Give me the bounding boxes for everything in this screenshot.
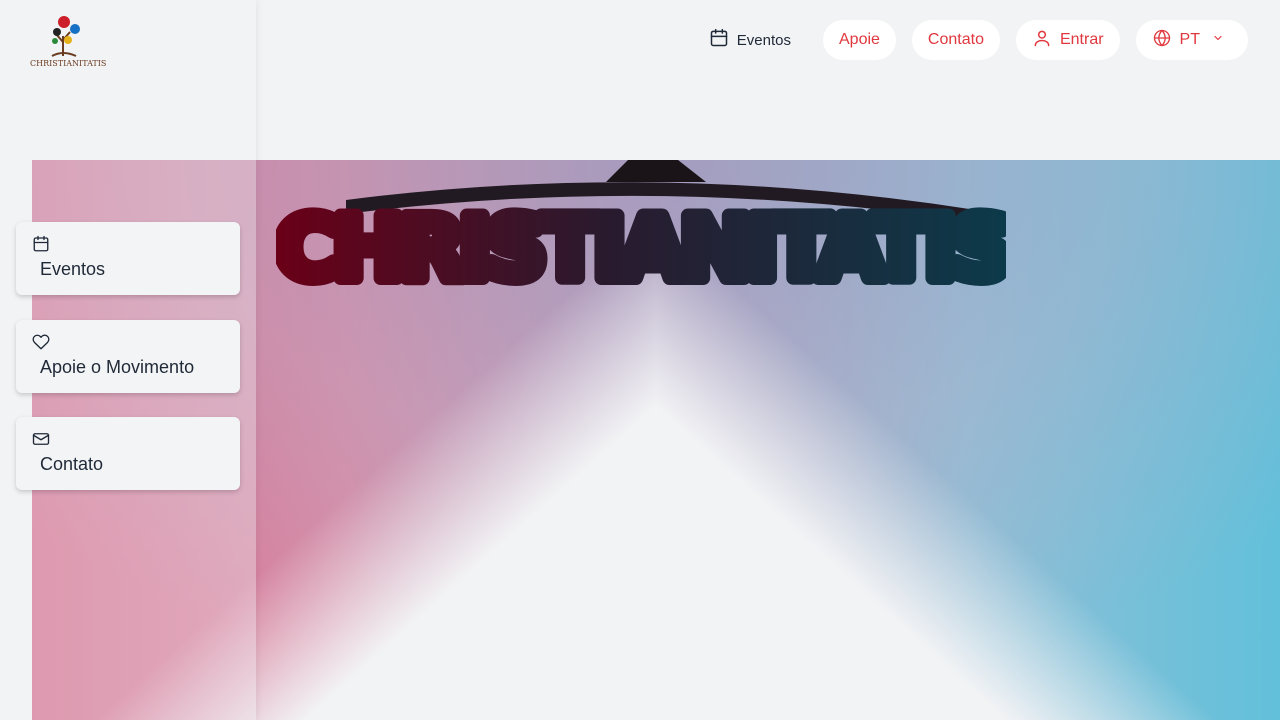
heart-icon (32, 333, 224, 351)
sidebar-item-label: Apoie o Movimento (40, 357, 195, 377)
chevron-down-icon (1206, 31, 1232, 49)
mail-icon (32, 430, 224, 448)
contact-label: Contato (927, 31, 984, 48)
login-label: Entrar (1059, 31, 1104, 48)
hero-title: CHRISTIANITATIS (276, 160, 1006, 300)
sidebar-item-events[interactable]: Eventos (16, 222, 240, 295)
nav-events-label: Eventos (736, 31, 791, 49)
hero-title-graphic: CHRISTIANITATIS (276, 160, 1006, 300)
language-selector[interactable]: PT (1135, 20, 1248, 60)
login-button[interactable]: Entrar (1015, 20, 1120, 60)
support-button[interactable]: Apoie (823, 20, 896, 60)
calendar-icon (32, 235, 224, 253)
logo[interactable]: CHRISTIANITATIS (30, 14, 107, 68)
sidebar-item-support[interactable]: Apoie o Movimento (16, 320, 240, 393)
sidebar: CHRISTIANITATIS Eventos Apoie o Moviment… (0, 0, 256, 720)
tree-logo-icon (51, 16, 80, 57)
calendar-icon (709, 28, 737, 52)
language-label: PT (1179, 31, 1200, 48)
sidebar-item-contact[interactable]: Contato (16, 417, 240, 490)
sidebar-item-label: Contato (40, 454, 104, 474)
hero-title-text: CHRISTIANITATIS (276, 199, 1006, 299)
logo-text: CHRISTIANITATIS (30, 59, 107, 68)
sidebar-item-label: Eventos (40, 259, 106, 279)
user-icon (1032, 28, 1060, 53)
contact-button[interactable]: Contato (911, 20, 1000, 60)
globe-icon (1152, 28, 1180, 53)
nav-events-link[interactable]: Eventos (697, 20, 803, 60)
support-label: Apoie (839, 31, 880, 48)
top-nav: Eventos Apoie Contato Entrar PT (697, 20, 1248, 60)
